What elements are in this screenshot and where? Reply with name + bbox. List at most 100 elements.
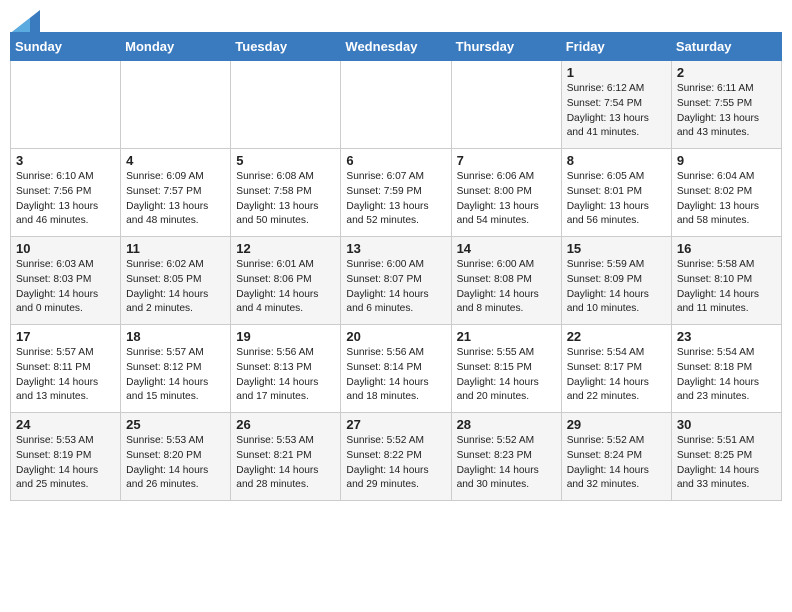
calendar-header-row: SundayMondayTuesdayWednesdayThursdayFrid… <box>11 33 782 61</box>
day-info: Sunrise: 5:57 AMSunset: 8:11 PMDaylight:… <box>16 346 115 405</box>
weekday-header-thursday: Thursday <box>451 33 561 61</box>
calendar-cell: 25 Sunrise: 5:53 AMSunset: 8:20 PMDayligh… <box>121 413 231 501</box>
day-number: 20 <box>346 329 445 344</box>
calendar-cell: 10Sunrise: 6:03 AMSunset: 8:03 PMDayligh… <box>11 237 121 325</box>
calendar-cell: 15Sunrise: 5:59 AMSunset: 8:09 PMDayligh… <box>561 237 671 325</box>
page-header <box>10 10 782 26</box>
calendar-week-row: 24 Sunrise: 5:53 AMSunset: 8:19 PMDayligh… <box>11 413 782 501</box>
calendar-cell <box>451 61 561 149</box>
day-number: 9 <box>677 153 776 168</box>
day-number: 8 <box>567 153 666 168</box>
calendar-cell: 21 Sunrise: 5:55 AMSunset: 8:15 PMDayligh… <box>451 325 561 413</box>
calendar-cell: 16 Sunrise: 5:58 AMSunset: 8:10 PMDayligh… <box>671 237 781 325</box>
day-number: 12 <box>236 241 335 256</box>
day-info: Sunrise: 6:00 AMSunset: 8:07 PMDaylight:… <box>346 258 445 317</box>
day-number: 19 <box>236 329 335 344</box>
calendar-cell: 24 Sunrise: 5:53 AMSunset: 8:19 PMDayligh… <box>11 413 121 501</box>
day-info: Sunrise: 5:54 AMSunset: 8:17 PMDaylight:… <box>567 346 666 405</box>
calendar-cell <box>341 61 451 149</box>
day-number: 14 <box>457 241 556 256</box>
calendar-cell: 27 Sunrise: 5:52 AMSunset: 8:22 PMDayligh… <box>341 413 451 501</box>
day-number: 29 <box>567 417 666 432</box>
day-info: Sunrise: 5:53 AMSunset: 8:19 PMDaylight:… <box>16 434 115 493</box>
calendar-week-row: 17 Sunrise: 5:57 AMSunset: 8:11 PMDayligh… <box>11 325 782 413</box>
day-number: 5 <box>236 153 335 168</box>
day-number: 2 <box>677 65 776 80</box>
day-info: Sunrise: 5:53 AMSunset: 8:20 PMDaylight:… <box>126 434 225 493</box>
day-info: Sunrise: 6:10 AMSunset: 7:56 PMDaylight:… <box>16 170 115 229</box>
day-info: Sunrise: 5:55 AMSunset: 8:15 PMDaylight:… <box>457 346 556 405</box>
calendar-cell: 18 Sunrise: 5:57 AMSunset: 8:12 PMDayligh… <box>121 325 231 413</box>
calendar-cell: 20 Sunrise: 5:56 AMSunset: 8:14 PMDayligh… <box>341 325 451 413</box>
day-info: Sunrise: 5:56 AMSunset: 8:13 PMDaylight:… <box>236 346 335 405</box>
calendar-cell: 5Sunrise: 6:08 AMSunset: 7:58 PMDaylight… <box>231 149 341 237</box>
calendar-week-row: 1Sunrise: 6:12 AMSunset: 7:54 PMDaylight… <box>11 61 782 149</box>
day-number: 24 <box>16 417 115 432</box>
day-number: 23 <box>677 329 776 344</box>
calendar-cell: 6Sunrise: 6:07 AMSunset: 7:59 PMDaylight… <box>341 149 451 237</box>
calendar-cell <box>11 61 121 149</box>
day-info: Sunrise: 6:05 AMSunset: 8:01 PMDaylight:… <box>567 170 666 229</box>
day-number: 17 <box>16 329 115 344</box>
day-number: 18 <box>126 329 225 344</box>
day-info: Sunrise: 6:09 AMSunset: 7:57 PMDaylight:… <box>126 170 225 229</box>
weekday-header-monday: Monday <box>121 33 231 61</box>
calendar-cell: 30Sunrise: 5:51 AMSunset: 8:25 PMDayligh… <box>671 413 781 501</box>
calendar-cell: 7 Sunrise: 6:06 AMSunset: 8:00 PMDaylight… <box>451 149 561 237</box>
weekday-header-friday: Friday <box>561 33 671 61</box>
day-number: 15 <box>567 241 666 256</box>
day-info: Sunrise: 6:00 AMSunset: 8:08 PMDaylight:… <box>457 258 556 317</box>
day-number: 13 <box>346 241 445 256</box>
day-info: Sunrise: 5:53 AMSunset: 8:21 PMDaylight:… <box>236 434 335 493</box>
calendar-cell: 9 Sunrise: 6:04 AMSunset: 8:02 PMDaylight… <box>671 149 781 237</box>
calendar-table: SundayMondayTuesdayWednesdayThursdayFrid… <box>10 32 782 501</box>
day-number: 30 <box>677 417 776 432</box>
day-info: Sunrise: 5:54 AMSunset: 8:18 PMDaylight:… <box>677 346 776 405</box>
day-info: Sunrise: 5:58 AMSunset: 8:10 PMDaylight:… <box>677 258 776 317</box>
day-info: Sunrise: 6:11 AMSunset: 7:55 PMDaylight:… <box>677 82 776 141</box>
day-number: 3 <box>16 153 115 168</box>
day-info: Sunrise: 5:57 AMSunset: 8:12 PMDaylight:… <box>126 346 225 405</box>
weekday-header-saturday: Saturday <box>671 33 781 61</box>
calendar-cell: 19 Sunrise: 5:56 AMSunset: 8:13 PMDayligh… <box>231 325 341 413</box>
calendar-cell: 1Sunrise: 6:12 AMSunset: 7:54 PMDaylight… <box>561 61 671 149</box>
weekday-header-sunday: Sunday <box>11 33 121 61</box>
day-info: Sunrise: 6:02 AMSunset: 8:05 PMDaylight:… <box>126 258 225 317</box>
weekday-header-tuesday: Tuesday <box>231 33 341 61</box>
calendar-cell: 17 Sunrise: 5:57 AMSunset: 8:11 PMDayligh… <box>11 325 121 413</box>
day-info: Sunrise: 5:52 AMSunset: 8:22 PMDaylight:… <box>346 434 445 493</box>
weekday-header-wednesday: Wednesday <box>341 33 451 61</box>
day-number: 21 <box>457 329 556 344</box>
calendar-cell: 23 Sunrise: 5:54 AMSunset: 8:18 PMDayligh… <box>671 325 781 413</box>
calendar-week-row: 10Sunrise: 6:03 AMSunset: 8:03 PMDayligh… <box>11 237 782 325</box>
day-number: 16 <box>677 241 776 256</box>
day-number: 26 <box>236 417 335 432</box>
day-number: 22 <box>567 329 666 344</box>
day-info: Sunrise: 5:56 AMSunset: 8:14 PMDaylight:… <box>346 346 445 405</box>
calendar-cell: 28Sunrise: 5:52 AMSunset: 8:23 PMDayligh… <box>451 413 561 501</box>
day-number: 7 <box>457 153 556 168</box>
logo-icon <box>12 10 40 32</box>
calendar-cell: 3 Sunrise: 6:10 AMSunset: 7:56 PMDaylight… <box>11 149 121 237</box>
day-info: Sunrise: 6:04 AMSunset: 8:02 PMDaylight:… <box>677 170 776 229</box>
day-number: 27 <box>346 417 445 432</box>
calendar-cell: 13 Sunrise: 6:00 AMSunset: 8:07 PMDayligh… <box>341 237 451 325</box>
calendar-cell: 14 Sunrise: 6:00 AMSunset: 8:08 PMDayligh… <box>451 237 561 325</box>
day-info: Sunrise: 6:01 AMSunset: 8:06 PMDaylight:… <box>236 258 335 317</box>
day-number: 28 <box>457 417 556 432</box>
calendar-cell: 12 Sunrise: 6:01 AMSunset: 8:06 PMDayligh… <box>231 237 341 325</box>
calendar-cell <box>231 61 341 149</box>
calendar-cell: 4 Sunrise: 6:09 AMSunset: 7:57 PMDaylight… <box>121 149 231 237</box>
day-number: 25 <box>126 417 225 432</box>
day-info: Sunrise: 6:06 AMSunset: 8:00 PMDaylight:… <box>457 170 556 229</box>
calendar-cell: 26 Sunrise: 5:53 AMSunset: 8:21 PMDayligh… <box>231 413 341 501</box>
calendar-cell: 2 Sunrise: 6:11 AMSunset: 7:55 PMDaylight… <box>671 61 781 149</box>
day-info: Sunrise: 6:03 AMSunset: 8:03 PMDaylight:… <box>16 258 115 317</box>
calendar-cell: 29Sunrise: 5:52 AMSunset: 8:24 PMDayligh… <box>561 413 671 501</box>
day-info: Sunrise: 6:12 AMSunset: 7:54 PMDaylight:… <box>567 82 666 141</box>
calendar-cell: 8 Sunrise: 6:05 AMSunset: 8:01 PMDaylight… <box>561 149 671 237</box>
calendar-cell: 11Sunrise: 6:02 AMSunset: 8:05 PMDayligh… <box>121 237 231 325</box>
calendar-week-row: 3 Sunrise: 6:10 AMSunset: 7:56 PMDaylight… <box>11 149 782 237</box>
day-number: 4 <box>126 153 225 168</box>
logo <box>10 10 40 26</box>
